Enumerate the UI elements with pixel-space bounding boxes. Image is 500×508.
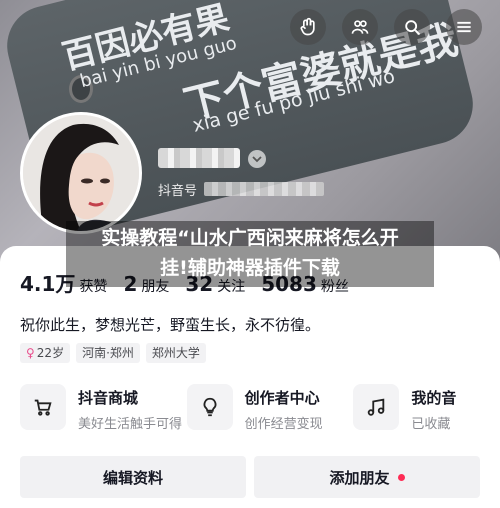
tag-school: 郑州大学 [145, 343, 206, 363]
chevron-down-icon[interactable] [248, 150, 266, 168]
female-icon: ♀ [26, 346, 35, 360]
top-toolbar [290, 9, 482, 45]
music-icon [353, 384, 400, 430]
avatar[interactable] [20, 112, 142, 234]
feature-row: 抖音商城 美好生活触手可得 创作者中心 创作经营变现 我的音 已收藏 [20, 384, 500, 432]
hand-icon[interactable] [290, 9, 326, 45]
search-icon[interactable] [394, 9, 430, 45]
people-icon[interactable] [342, 9, 378, 45]
douyin-id-redacted [204, 182, 324, 196]
overlay-caption: 实操教程“山水广西闲来麻将怎么开 挂!辅助神器插件下载 [66, 221, 434, 287]
edit-profile-button[interactable]: 编辑资料 [20, 456, 246, 498]
tag-age: ♀ 22岁 [20, 343, 71, 363]
profile-tags: ♀ 22岁 河南·郑州 郑州大学 [20, 343, 206, 363]
lightbulb-icon [186, 384, 233, 430]
douyin-id-label: 抖音号 [158, 184, 198, 199]
feature-my-music[interactable]: 我的音 已收藏 [353, 384, 500, 432]
username-redacted [158, 148, 240, 168]
feature-mall[interactable]: 抖音商城 美好生活触手可得 [20, 384, 187, 432]
bio-text: 祝你此生，梦想光芒，野蛮生长，永不彷徨。 [20, 316, 321, 334]
tag-location: 河南·郑州 [76, 343, 140, 363]
cart-icon [20, 384, 66, 430]
feature-creator-center[interactable]: 创作者中心 创作经营变现 [186, 384, 354, 432]
notification-dot [397, 473, 405, 481]
menu-icon[interactable] [446, 9, 482, 45]
add-friend-button[interactable]: 添加朋友 [254, 456, 480, 498]
